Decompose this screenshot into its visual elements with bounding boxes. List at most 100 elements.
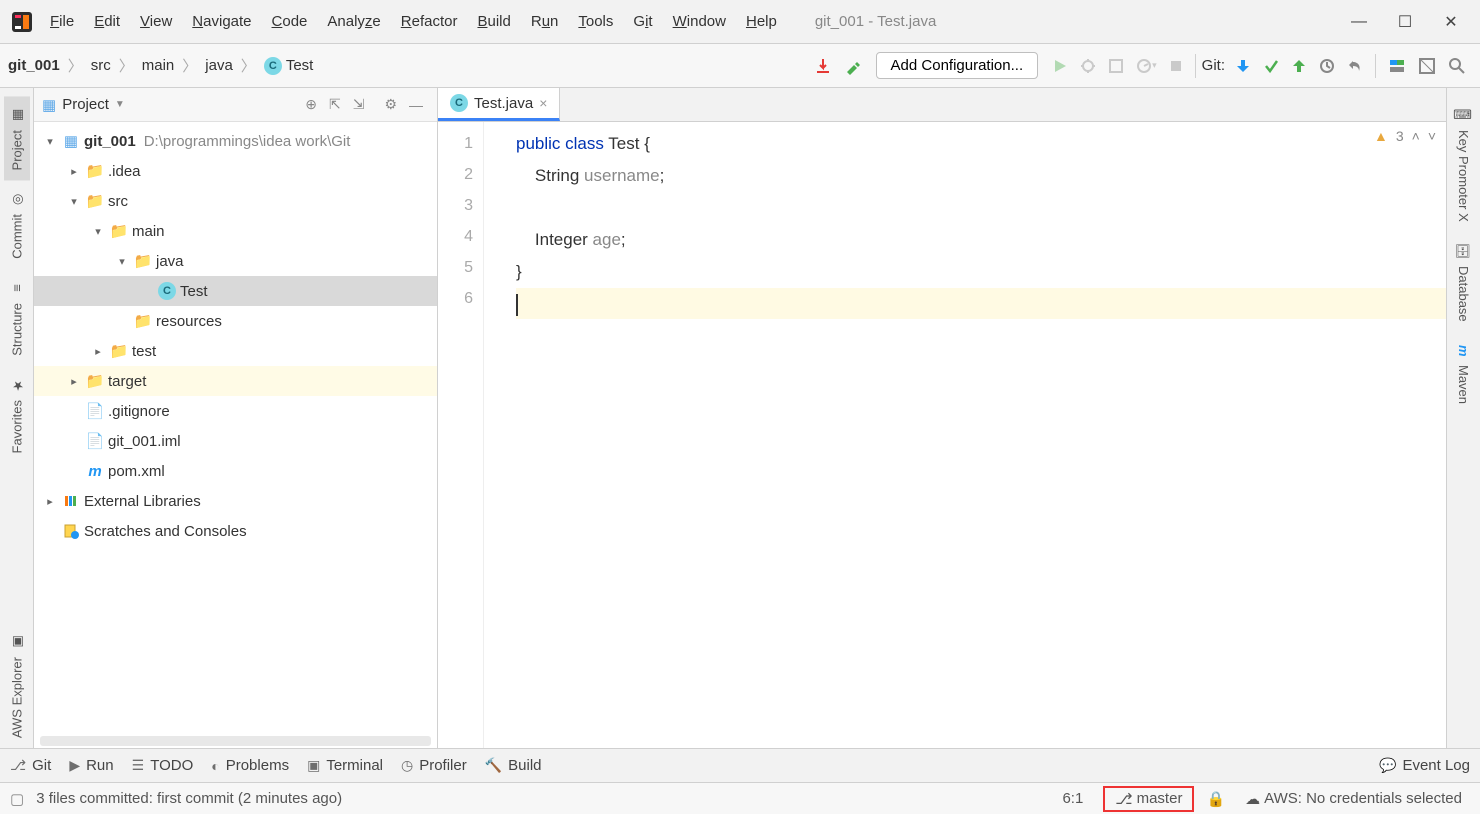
tree-item-resources[interactable]: 📁resources	[34, 306, 437, 336]
update-project-icon[interactable]	[1229, 54, 1257, 78]
project-panel-title[interactable]: ▦ Project ▼	[42, 96, 125, 114]
tab-aws-explorer[interactable]: AWS Explorer▣	[4, 623, 30, 748]
chevron-right-icon[interactable]: ▸	[42, 495, 58, 508]
menu-build[interactable]: Build	[469, 9, 518, 34]
status-message: 3 files committed: first commit (2 minut…	[36, 790, 342, 807]
tw-git[interactable]: ⎇Git	[10, 757, 51, 774]
tree-item-main[interactable]: ▾📁main	[34, 216, 437, 246]
tree-item-test[interactable]: CTest	[34, 276, 437, 306]
menu-code[interactable]: Code	[264, 9, 316, 34]
menu-help[interactable]: Help	[738, 9, 785, 34]
editor-body[interactable]: 123456 public class Test { String userna…	[438, 122, 1446, 748]
aws-status[interactable]: ☁ AWS: No credentials selected	[1237, 788, 1470, 810]
project-icon: ▦	[8, 106, 26, 124]
commit-icon[interactable]	[1257, 54, 1285, 78]
close-button[interactable]: ✕	[1428, 6, 1474, 38]
close-tab-icon[interactable]: ×	[539, 95, 547, 111]
inspection-indicators[interactable]: ▲ 3 ˄ ˅	[1374, 128, 1436, 144]
menu-run[interactable]: Run	[523, 9, 567, 34]
tree-arrow-icon[interactable]: ▸	[66, 165, 82, 178]
cursor-position[interactable]: 6:1	[1054, 788, 1091, 809]
tree-item-src[interactable]: ▾📁src	[34, 186, 437, 216]
maximize-button[interactable]: ☐	[1382, 6, 1428, 38]
add-configuration-button[interactable]: Add Configuration...	[876, 52, 1039, 79]
collapse-all-icon[interactable]: ⇲	[347, 94, 371, 115]
editor-tab-test[interactable]: C Test.java ×	[438, 88, 560, 121]
tw-run[interactable]: ▶Run	[69, 757, 113, 774]
tw-problems[interactable]: ◐Problems	[211, 757, 289, 774]
menu-analyze[interactable]: Analyze	[319, 9, 388, 34]
tree-item--idea[interactable]: ▸📁.idea	[34, 156, 437, 186]
menu-file[interactable]: File	[42, 9, 82, 34]
tree-arrow-icon[interactable]: ▾	[114, 255, 130, 268]
tree-arrow-icon[interactable]: ▾	[90, 225, 106, 238]
menu-window[interactable]: Window	[665, 9, 734, 34]
tw-profiler[interactable]: ◷Profiler	[401, 757, 467, 774]
tw-todo[interactable]: ☰TODO	[132, 757, 194, 774]
ide-settings-icon[interactable]	[1382, 53, 1412, 79]
install-icon[interactable]	[808, 53, 838, 79]
breadcrumb-java[interactable]: java	[205, 57, 233, 74]
rollback-icon[interactable]	[1341, 54, 1369, 78]
tw-terminal[interactable]: ▣Terminal	[307, 757, 383, 774]
hide-icon[interactable]: —	[403, 95, 429, 115]
tree-item-java[interactable]: ▾📁java	[34, 246, 437, 276]
tree-arrow-icon[interactable]: ▸	[66, 375, 82, 388]
select-opened-icon[interactable]: ⊕	[299, 94, 323, 115]
scratches-consoles[interactable]: Scratches and Consoles	[34, 516, 437, 546]
tab-favorites[interactable]: Favorites★	[4, 366, 30, 463]
prev-highlight-icon[interactable]: ˄	[1412, 128, 1420, 144]
hammer-icon: 🔨	[485, 757, 502, 774]
tree-item--gitignore[interactable]: 📄.gitignore	[34, 396, 437, 426]
menu-edit[interactable]: Edit	[86, 9, 128, 34]
push-icon[interactable]	[1285, 54, 1313, 78]
hammer-icon[interactable]	[838, 53, 868, 79]
run-icon[interactable]	[1046, 54, 1074, 78]
breadcrumb-class[interactable]: C Test	[264, 57, 314, 75]
tab-key-promoter[interactable]: ⌨Key Promoter X	[1451, 96, 1477, 232]
tree-item-pom-xml[interactable]: mpom.xml	[34, 456, 437, 486]
find-icon[interactable]	[1442, 53, 1472, 79]
horizontal-scrollbar[interactable]	[40, 736, 431, 746]
gear-icon[interactable]: ⚙	[378, 94, 403, 115]
tab-project[interactable]: Project▦	[4, 96, 30, 180]
tree-arrow-icon[interactable]: ▸	[90, 345, 106, 358]
tree-item-target[interactable]: ▸📁target	[34, 366, 437, 396]
menu-navigate[interactable]: Navigate	[184, 9, 259, 34]
left-tool-tabs: Project▦ Commit◎ Structure≡ Favorites★ A…	[0, 88, 34, 748]
breadcrumb-main[interactable]: main	[142, 57, 175, 74]
tw-build[interactable]: 🔨Build	[485, 757, 542, 774]
tree-arrow-icon[interactable]: ▾	[66, 195, 82, 208]
project-tree[interactable]: ▾ ▦ git_001 D:\programmings\idea work\Gi…	[34, 122, 437, 734]
tree-item-test[interactable]: ▸📁test	[34, 336, 437, 366]
tw-event-log[interactable]: 💬Event Log	[1379, 757, 1470, 774]
tree-item-git-001-iml[interactable]: 📄git_001.iml	[34, 426, 437, 456]
minimize-button[interactable]: —	[1336, 6, 1382, 38]
git-branch[interactable]: ⎇ master	[1103, 786, 1194, 812]
tab-structure[interactable]: Structure≡	[4, 269, 30, 366]
tab-maven[interactable]: mMaven	[1451, 331, 1477, 414]
tab-commit[interactable]: Commit◎	[4, 180, 30, 269]
tab-database[interactable]: 🗄Database	[1451, 232, 1477, 332]
breadcrumb-project[interactable]: git_001	[8, 57, 60, 74]
external-libraries[interactable]: ▸ External Libraries	[34, 486, 437, 516]
lock-icon[interactable]: 🔒	[1206, 790, 1225, 808]
expand-all-icon[interactable]: ⇱	[323, 94, 347, 115]
menu-tools[interactable]: Tools	[570, 9, 621, 34]
breadcrumb-src[interactable]: src	[91, 57, 111, 74]
toggle-toolwindows-icon[interactable]: ▢	[10, 790, 24, 808]
coverage-icon[interactable]	[1102, 54, 1130, 78]
menu-refactor[interactable]: Refactor	[393, 9, 466, 34]
code-area[interactable]: public class Test { String username; Int…	[484, 122, 1446, 748]
menu-git[interactable]: Git	[625, 9, 660, 34]
main-area: Project▦ Commit◎ Structure≡ Favorites★ A…	[0, 88, 1480, 748]
chevron-down-icon[interactable]: ▾	[42, 135, 58, 148]
debug-icon[interactable]	[1074, 54, 1102, 78]
profile-icon[interactable]: ▾	[1130, 54, 1163, 78]
next-highlight-icon[interactable]: ˅	[1428, 128, 1436, 144]
stop-icon[interactable]	[1163, 55, 1189, 77]
tree-root[interactable]: ▾ ▦ git_001 D:\programmings\idea work\Gi…	[34, 126, 437, 156]
search-everywhere-icon[interactable]	[1412, 53, 1442, 79]
menu-view[interactable]: View	[132, 9, 180, 34]
history-icon[interactable]	[1313, 54, 1341, 78]
